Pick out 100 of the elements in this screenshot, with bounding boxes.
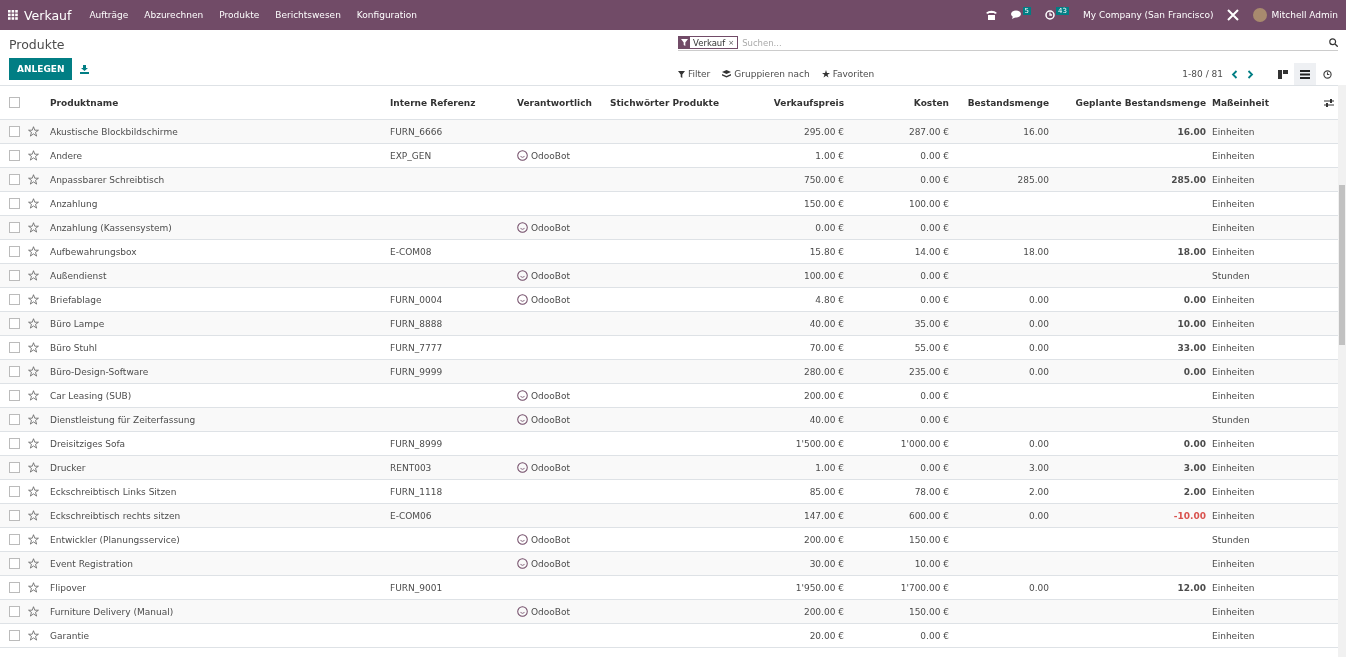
column-header[interactable]: Maßeinheit xyxy=(1212,97,1310,108)
star-icon[interactable] xyxy=(28,342,39,353)
star-icon[interactable] xyxy=(28,462,39,473)
star-icon[interactable] xyxy=(28,294,39,305)
star-icon[interactable] xyxy=(28,558,39,569)
list-view-icon xyxy=(1300,69,1310,79)
scrollbar[interactable] xyxy=(1338,85,1346,657)
apps-menu-icon[interactable] xyxy=(8,10,18,20)
table-cell-text: Dienstleistung für Zeiterfassung xyxy=(50,414,197,425)
create-button[interactable]: ANLEGEN xyxy=(9,58,73,80)
table-cell-text: 2.00 xyxy=(1027,486,1050,497)
table-cell-text: Büro Lampe xyxy=(50,318,106,329)
column-header[interactable]: Verkaufspreis xyxy=(750,97,850,108)
star-icon[interactable] xyxy=(28,438,39,449)
search-icon[interactable] xyxy=(1329,38,1338,47)
table-cell-text: 16.00 xyxy=(1176,126,1207,137)
table-cell-text: 100.00 € xyxy=(907,198,950,209)
star-icon[interactable] xyxy=(28,366,39,377)
row-checkbox[interactable] xyxy=(9,390,20,401)
menu-item[interactable]: Abzurechnen xyxy=(144,10,204,20)
menu-item[interactable]: Konfiguration xyxy=(356,10,418,20)
column-header[interactable]: Stichwörter Produkte xyxy=(610,97,750,108)
favorites-button[interactable]: Favoriten xyxy=(821,69,875,79)
row-checkbox[interactable] xyxy=(9,150,20,161)
star-icon[interactable] xyxy=(28,486,39,497)
column-header[interactable]: Verantwortlich xyxy=(517,97,610,108)
row-checkbox[interactable] xyxy=(9,558,20,569)
table-cell-text: Einheiten xyxy=(1212,462,1256,473)
table-cell-text: Einheiten xyxy=(1212,606,1256,617)
row-checkbox[interactable] xyxy=(9,198,20,209)
previous-page-icon[interactable] xyxy=(1231,69,1238,79)
star-icon[interactable] xyxy=(28,270,39,281)
next-page-icon[interactable] xyxy=(1247,69,1254,79)
table-cell-text: Einheiten xyxy=(1212,438,1256,449)
column-header[interactable]: Geplante Bestandsmenge xyxy=(1055,97,1212,108)
row-checkbox[interactable] xyxy=(9,318,20,329)
phone-icon[interactable] xyxy=(985,10,997,20)
row-checkbox[interactable] xyxy=(9,510,20,521)
menu-item[interactable]: Aufträge xyxy=(89,10,129,20)
row-checkbox[interactable] xyxy=(9,366,20,377)
star-icon[interactable] xyxy=(28,198,39,209)
table-cell: OdooBot xyxy=(531,558,571,569)
column-header[interactable]: Bestandsmenge xyxy=(955,97,1055,108)
row-checkbox[interactable] xyxy=(9,414,20,425)
row-checkbox[interactable] xyxy=(9,294,20,305)
row-checkbox[interactable] xyxy=(9,582,20,593)
menu-item[interactable]: Berichtswesen xyxy=(275,10,341,20)
row-checkbox[interactable] xyxy=(9,342,20,353)
table-cell: OdooBot xyxy=(531,390,571,401)
star-icon[interactable] xyxy=(28,606,39,617)
smiley-icon xyxy=(517,534,528,545)
star-icon[interactable] xyxy=(28,246,39,257)
star-icon[interactable] xyxy=(28,126,39,137)
table-cell-text: 100.00 € xyxy=(802,270,845,281)
chat-icon[interactable] xyxy=(1010,10,1022,20)
table-cell-text: FURN_6666 xyxy=(390,126,444,137)
column-header[interactable]: Produktname xyxy=(50,97,390,108)
download-icon[interactable] xyxy=(80,64,90,74)
row-checkbox[interactable] xyxy=(9,438,20,449)
clock-icon[interactable] xyxy=(1045,10,1056,20)
company-switcher[interactable]: My Company (San Francisco) xyxy=(1083,10,1214,20)
smiley-icon xyxy=(517,390,528,401)
row-checkbox[interactable] xyxy=(9,486,20,497)
table-cell-text: 0.00 € xyxy=(814,222,845,233)
column-header[interactable]: Kosten xyxy=(850,97,955,108)
group-by-button[interactable]: Gruppieren nach xyxy=(722,69,810,79)
user-name[interactable]: Mitchell Admin xyxy=(1271,10,1338,20)
star-icon[interactable] xyxy=(28,174,39,185)
row-checkbox[interactable] xyxy=(9,462,20,473)
row-checkbox[interactable] xyxy=(9,534,20,545)
star-icon[interactable] xyxy=(28,510,39,521)
star-icon[interactable] xyxy=(28,630,39,641)
star-icon[interactable] xyxy=(28,534,39,545)
menu-item[interactable]: Produkte xyxy=(219,10,260,20)
row-checkbox[interactable] xyxy=(9,606,20,617)
app-name[interactable]: Verkauf xyxy=(24,7,72,23)
star-icon[interactable] xyxy=(28,390,39,401)
row-checkbox[interactable] xyxy=(9,246,20,257)
column-header[interactable]: Interne Referenz xyxy=(390,97,517,108)
row-checkbox[interactable] xyxy=(9,222,20,233)
row-checkbox[interactable] xyxy=(9,630,20,641)
table-cell-text: 0.00 € xyxy=(919,390,950,401)
filter-button[interactable]: Filter xyxy=(678,69,711,79)
table-cell-text: 200.00 € xyxy=(802,534,845,545)
star-icon[interactable] xyxy=(28,222,39,233)
table-cell-text: Stunden xyxy=(1212,270,1251,281)
user-avatar[interactable] xyxy=(1253,8,1268,22)
view-switch-button[interactable] xyxy=(1294,63,1316,85)
star-icon[interactable] xyxy=(28,150,39,161)
select-all-checkbox[interactable] xyxy=(9,97,20,108)
row-checkbox[interactable] xyxy=(9,126,20,137)
star-icon[interactable] xyxy=(28,318,39,329)
star-icon[interactable] xyxy=(28,414,39,425)
table-cell-text: 0.00 € xyxy=(919,294,950,305)
star-icon[interactable] xyxy=(28,582,39,593)
row-checkbox[interactable] xyxy=(9,270,20,281)
optional-columns-icon[interactable] xyxy=(1324,98,1334,107)
row-checkbox[interactable] xyxy=(9,174,20,185)
table-cell: OdooBot xyxy=(531,606,571,617)
filter-icon xyxy=(678,70,685,78)
